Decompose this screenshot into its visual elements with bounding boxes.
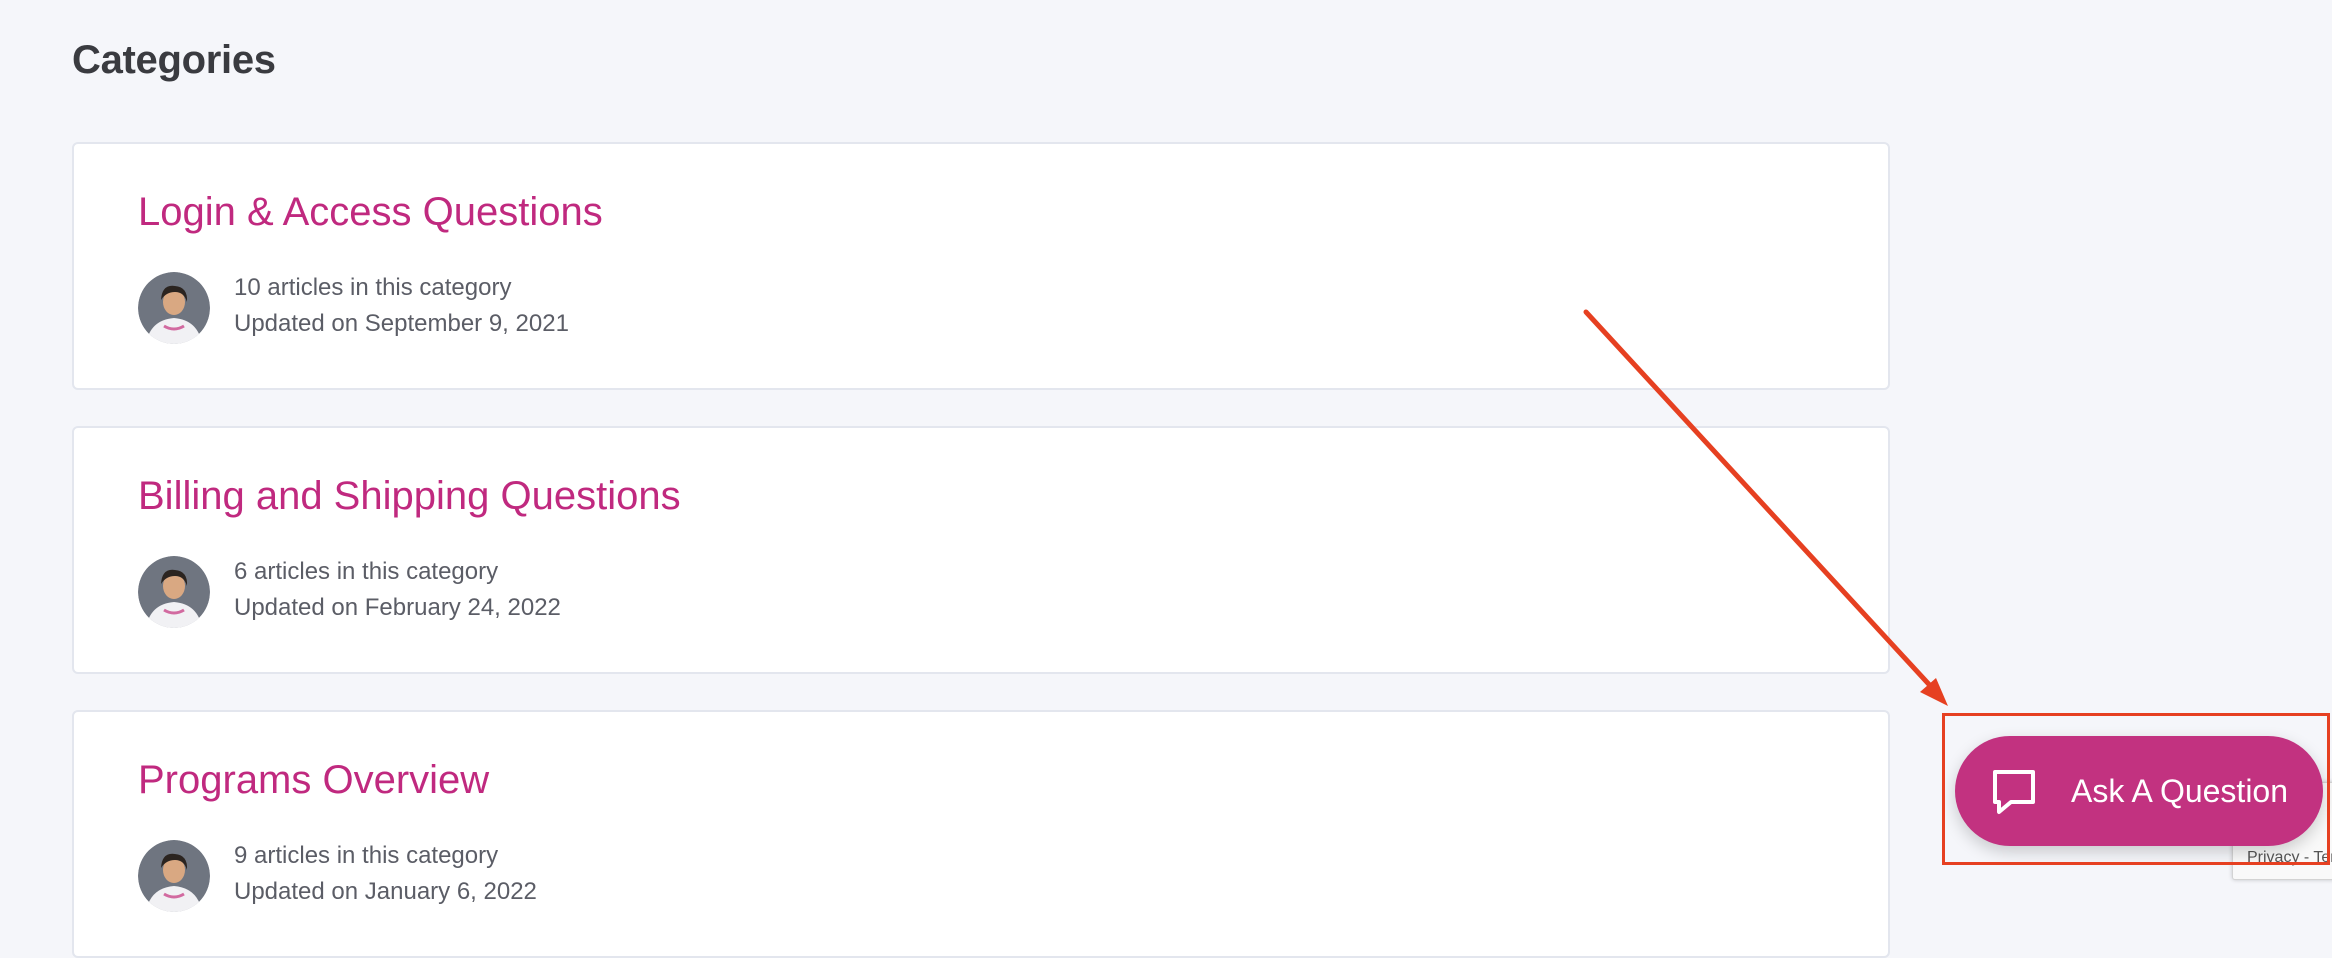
- category-title[interactable]: Programs Overview: [138, 758, 489, 803]
- page-title: Categories: [72, 38, 276, 82]
- recaptcha-privacy-terms[interactable]: Privacy - Terms: [2247, 849, 2332, 867]
- category-card-programs-overview[interactable]: Programs Overview 9 articles in this cat…: [72, 710, 1890, 958]
- article-count: 9 articles in this category: [234, 842, 499, 869]
- chat-bubble-icon: [1993, 770, 2035, 814]
- updated-date: Updated on January 6, 2022: [234, 878, 537, 905]
- avatar-photo-icon: [138, 556, 210, 628]
- ask-question-label: Ask A Question: [2071, 772, 2289, 809]
- avatar-photo-icon: [138, 272, 210, 344]
- avatar-photo-icon: [138, 840, 210, 912]
- category-title[interactable]: Login & Access Questions: [138, 190, 603, 235]
- updated-date: Updated on February 24, 2022: [234, 594, 561, 621]
- author-avatar: [138, 272, 210, 344]
- article-count: 10 articles in this category: [234, 274, 512, 301]
- author-avatar: [138, 556, 210, 628]
- category-card-billing-shipping[interactable]: Billing and Shipping Questions 6 article…: [72, 426, 1890, 674]
- category-title[interactable]: Billing and Shipping Questions: [138, 474, 681, 519]
- ask-question-button[interactable]: Ask A Question: [1955, 736, 2323, 846]
- article-count: 6 articles in this category: [234, 558, 499, 585]
- updated-date: Updated on September 9, 2021: [234, 310, 569, 337]
- category-card-login-access[interactable]: Login & Access Questions 10 articles in …: [72, 142, 1890, 390]
- author-avatar: [138, 840, 210, 912]
